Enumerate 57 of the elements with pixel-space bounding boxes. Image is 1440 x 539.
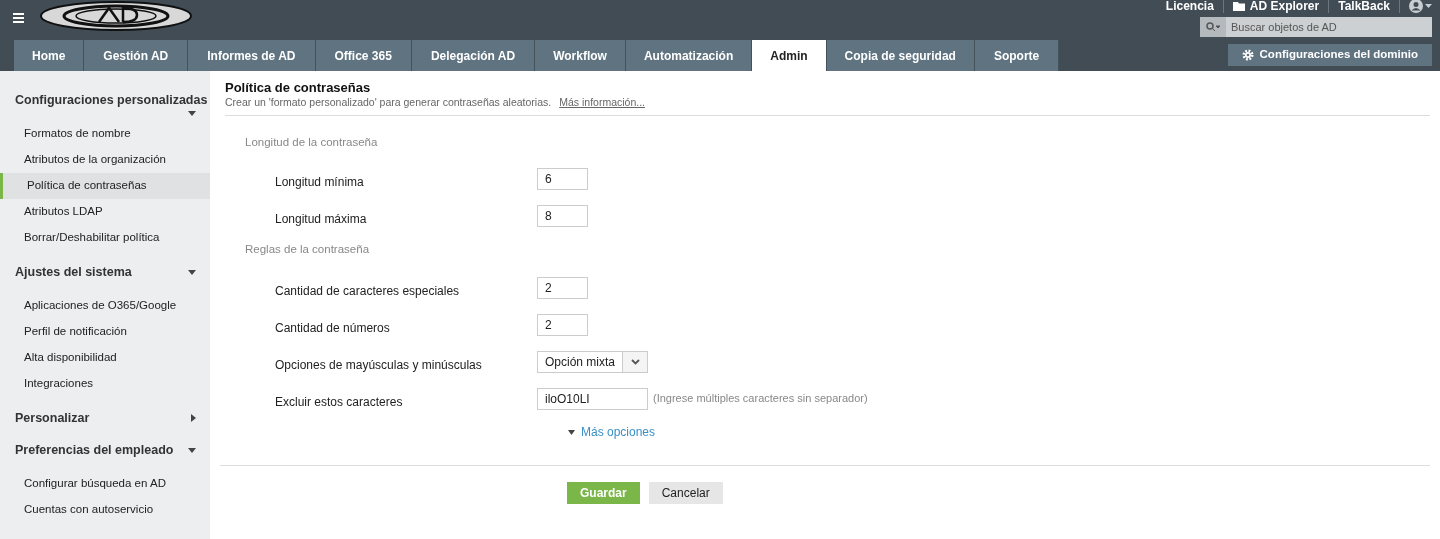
sidebar-item[interactable]: Alta disponibilidad <box>0 345 210 371</box>
user-menu[interactable] <box>1409 0 1432 13</box>
sidebar-item[interactable]: Integraciones <box>0 371 210 397</box>
nav-tab[interactable]: Gestión AD <box>84 40 189 71</box>
sidebar-item[interactable]: Borrar/Deshabilitar política <box>0 225 210 251</box>
sidebar-group-header[interactable]: Personalizar <box>0 407 210 429</box>
number-input[interactable]: 6 <box>537 167 588 190</box>
menu-icon[interactable] <box>13 13 24 23</box>
search-icon <box>1206 22 1220 32</box>
nav-tab[interactable]: Soporte <box>974 40 1060 71</box>
folder-icon <box>1232 1 1245 11</box>
sidebar-item[interactable]: Configurar búsqueda en AD <box>0 471 210 497</box>
more-options-link[interactable]: Más opciones <box>568 423 1430 441</box>
sidebar-item[interactable]: Atributos LDAP <box>0 199 210 225</box>
section-heading: Reglas de la contraseña <box>245 242 371 255</box>
sidebar-item[interactable]: Cuentas con autoservicio <box>0 497 210 523</box>
field-label: Excluir estos caracteres <box>274 393 404 411</box>
case-select[interactable]: Opción mixta <box>537 350 648 373</box>
nav-tab[interactable]: Admin <box>752 40 827 71</box>
number-input[interactable]: 2 <box>537 276 588 299</box>
text-input[interactable]: iloO10LI <box>537 387 648 410</box>
number-input[interactable]: 2 <box>537 313 588 336</box>
field-hint: (Ingrese múltiples caracteres sin separador) <box>653 391 868 407</box>
cancel-button[interactable]: Cancelar <box>648 482 723 504</box>
nav-tab[interactable]: Informes de AD <box>188 40 316 71</box>
nav-tab[interactable]: Office 365 <box>315 40 412 71</box>
header-link[interactable]: TalkBack <box>1338 0 1390 15</box>
nav-tab[interactable]: Workflow <box>535 40 626 71</box>
sidebar-item[interactable]: Atributos de la organización <box>0 147 210 173</box>
sidebar-item[interactable]: Política de contraseñas <box>0 173 210 199</box>
page-title: Política de contraseñas <box>225 79 372 95</box>
field-label: Cantidad de caracteres especiales <box>274 282 461 300</box>
sidebar-group-header[interactable]: Configuraciones personalizadas <box>0 89 210 119</box>
section-heading: Longitud de la contraseña <box>245 135 379 148</box>
field-label: Opciones de mayúsculas y minúsculas <box>274 356 483 374</box>
page-description: Crear un 'formato personalizado' para generar contraseñas aleatorias. <box>225 95 552 109</box>
sidebar-item[interactable]: Aplicaciones de O365/Google <box>0 293 210 319</box>
field-label: Cantidad de números <box>274 319 391 337</box>
header-link[interactable]: Licencia <box>1165 0 1214 15</box>
more-info-link[interactable]: Más información... <box>559 95 645 109</box>
header-link[interactable]: AD Explorer <box>1232 0 1320 15</box>
sidebar-group-header[interactable]: Ajustes del sistema <box>0 261 210 283</box>
nav-tab[interactable]: Delegación AD <box>411 40 536 71</box>
field-label: Longitud mínima <box>274 173 365 191</box>
chevron-down-icon <box>630 358 640 365</box>
caret-down-icon <box>568 429 575 435</box>
sidebar-item[interactable]: Perfil de notificación <box>0 319 210 345</box>
nav-tab[interactable]: Automatización <box>625 40 753 71</box>
number-input[interactable]: 8 <box>537 204 588 227</box>
field-label: Longitud máxima <box>274 210 368 228</box>
nav-tab[interactable]: Copia de seguridad <box>826 40 975 71</box>
sidebar-item[interactable]: Formatos de nombre <box>0 121 210 147</box>
caret-icon <box>1425 4 1432 8</box>
nav-tab[interactable]: Home <box>14 40 85 71</box>
sidebar-group-header[interactable]: Preferencias del empleado <box>0 439 210 461</box>
domain-settings-button[interactable]: Configuraciones del dominio <box>1227 44 1432 66</box>
settings-icon <box>1241 49 1254 61</box>
